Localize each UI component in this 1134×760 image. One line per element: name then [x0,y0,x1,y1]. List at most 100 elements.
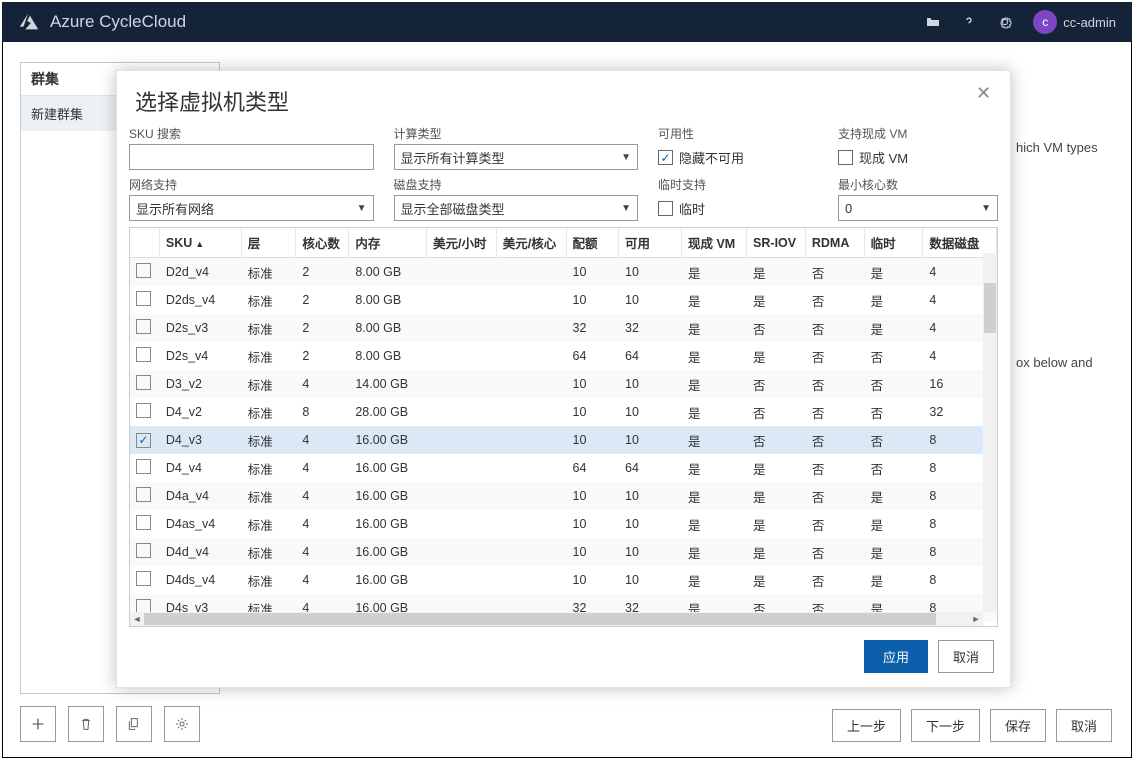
cell-cores: 4 [296,510,349,538]
row-checkbox[interactable] [136,433,151,448]
user-label: cc-admin [1063,15,1116,30]
row-checkbox[interactable] [136,291,151,306]
table-row[interactable]: D4_v3标准416.00 GB1010是否否否8 [130,426,997,454]
table-row[interactable]: D2s_v3标准28.00 GB3232是否否是4 [130,314,997,342]
cell-quota: 64 [566,342,618,370]
col-mem[interactable]: 内存 [349,228,427,258]
cell-avail: 10 [619,370,682,398]
col-sku[interactable]: SKU▲ [159,228,241,258]
close-icon[interactable]: ✕ [976,83,996,103]
cell-avail: 10 [619,510,682,538]
row-checkbox[interactable] [136,515,151,530]
header-help-icon[interactable] [951,2,987,42]
row-checkbox[interactable] [136,487,151,502]
table-row[interactable]: D3_v2标准414.00 GB1010是否否否16 [130,370,997,398]
modal-cancel-button[interactable]: 取消 [938,640,994,673]
cell-avail: 10 [619,286,682,314]
compute-type-select[interactable]: 显示所有计算类型▼ [394,144,639,170]
table-row[interactable]: D4a_v4标准416.00 GB1010是是否是8 [130,482,997,510]
cell-quota: 10 [566,566,618,594]
network-select[interactable]: 显示所有网络▼ [129,195,374,221]
row-checkbox[interactable] [136,459,151,474]
col-usd-hr[interactable]: 美元/小时 [426,228,496,258]
disk-select[interactable]: 显示全部磁盘类型▼ [394,195,639,221]
cell-mem: 8.00 GB [349,314,427,342]
ephemeral-checkbox[interactable] [658,201,673,216]
row-checkbox[interactable] [136,543,151,558]
scroll-left-icon[interactable]: ◄ [130,612,144,626]
row-checkbox[interactable] [136,571,151,586]
table-row[interactable]: D4d_v4标准416.00 GB1010是是否是8 [130,538,997,566]
col-cores[interactable]: 核心数 [296,228,349,258]
cell-tier: 标准 [241,482,296,510]
table-vscrollbar[interactable] [983,253,997,612]
header-settings-icon[interactable] [987,2,1023,42]
col-avail[interactable]: 可用 [619,228,682,258]
cell-usd-core [496,426,566,454]
cell-usd-hr [426,286,496,314]
cell-usd-hr [426,482,496,510]
col-spot[interactable]: 现成 VM [681,228,746,258]
table-row[interactable]: D4_v2标准828.00 GB1010是否否否32 [130,398,997,426]
cell-sku: D4_v4 [159,454,241,482]
col-sriov[interactable]: SR-IOV [747,228,806,258]
row-checkbox[interactable] [136,375,151,390]
scroll-right-icon[interactable]: ► [969,612,983,626]
cell-sku: D2s_v4 [159,342,241,370]
settings-icon-button[interactable] [164,706,200,742]
cell-cores: 4 [296,482,349,510]
cell-eph: 是 [864,314,923,342]
cell-spot: 是 [681,342,746,370]
min-cores-select[interactable]: 0▼ [838,195,998,221]
network-support-label: 网络支持 [129,176,374,193]
save-button[interactable]: 保存 [990,709,1046,742]
header-directory-icon[interactable] [915,2,951,42]
cell-tier: 标准 [241,566,296,594]
cell-spot: 是 [681,258,746,287]
table-hscrollbar[interactable]: ◄ ► [130,612,983,626]
table-row[interactable]: D2d_v4标准28.00 GB1010是是否是4 [130,258,997,287]
prev-button[interactable]: 上一步 [832,709,901,742]
ephemeral-label: 临时 [679,199,705,218]
table-row[interactable]: D4as_v4标准416.00 GB1010是是否是8 [130,510,997,538]
col-quota[interactable]: 配额 [566,228,618,258]
cell-quota: 10 [566,538,618,566]
cell-tier: 标准 [241,258,296,287]
apply-button[interactable]: 应用 [864,640,928,673]
row-checkbox[interactable] [136,347,151,362]
table-row[interactable]: D4_v4标准416.00 GB6464是是否否8 [130,454,997,482]
cell-sriov: 否 [747,370,806,398]
col-tier[interactable]: 层 [241,228,296,258]
compute-type-label: 计算类型 [394,125,639,142]
copy-icon-button[interactable] [116,706,152,742]
vscroll-thumb[interactable] [984,283,996,333]
cell-quota: 10 [566,482,618,510]
cell-sku: D2s_v3 [159,314,241,342]
row-checkbox[interactable] [136,403,151,418]
table-row[interactable]: D2s_v4标准28.00 GB6464是是否否4 [130,342,997,370]
table-row[interactable]: D4ds_v4标准416.00 GB1010是是否是8 [130,566,997,594]
cancel-button[interactable]: 取消 [1056,709,1112,742]
col-usd-core[interactable]: 美元/核心 [496,228,566,258]
cell-tier: 标准 [241,538,296,566]
cell-spot: 是 [681,426,746,454]
row-checkbox[interactable] [136,263,151,278]
delete-icon-button[interactable] [68,706,104,742]
sku-search-input[interactable] [129,144,374,170]
table-row[interactable]: D2ds_v4标准28.00 GB1010是是否是4 [130,286,997,314]
hide-unavailable-checkbox[interactable] [658,150,673,165]
avatar[interactable]: c [1033,10,1057,34]
cell-sriov: 是 [747,482,806,510]
spot-vm-checkbox[interactable] [838,150,853,165]
cell-sriov: 是 [747,286,806,314]
next-button[interactable]: 下一步 [911,709,980,742]
cell-cores: 4 [296,426,349,454]
add-icon-button[interactable] [20,706,56,742]
chevron-down-icon: ▼ [621,152,631,163]
col-rdma[interactable]: RDMA [805,228,864,258]
col-eph[interactable]: 临时 [864,228,923,258]
cell-eph: 否 [864,426,923,454]
cell-spot: 是 [681,482,746,510]
hscroll-thumb[interactable] [144,613,936,625]
row-checkbox[interactable] [136,319,151,334]
